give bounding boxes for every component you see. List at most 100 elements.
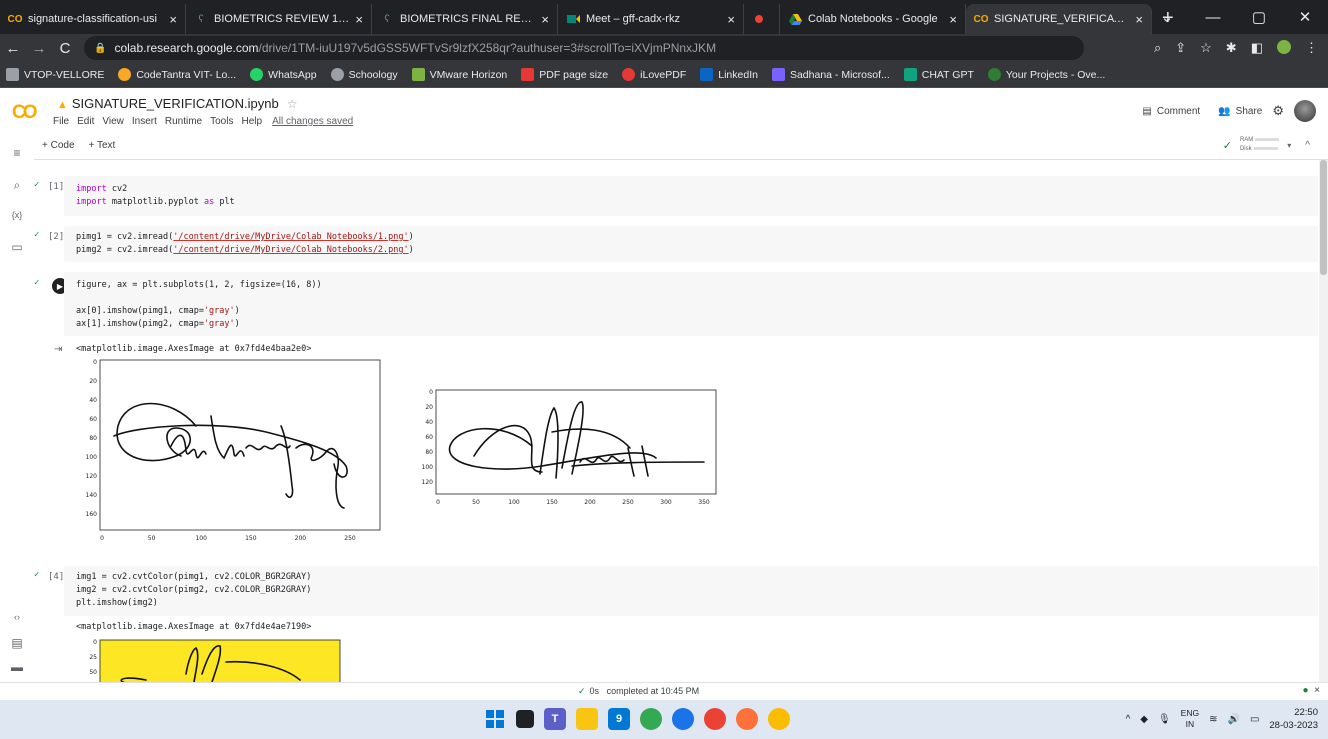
firefox-icon[interactable] <box>736 708 758 730</box>
menu-view[interactable]: View <box>102 116 124 127</box>
save-status-link[interactable]: All changes saved <box>272 116 353 127</box>
code-cell-1[interactable]: import cv2 import matplotlib.pyplot as p… <box>64 176 1318 216</box>
notebook-scrollbar[interactable] <box>1319 160 1328 682</box>
reload-icon[interactable]: C <box>52 40 78 57</box>
maximize-icon[interactable]: ▢ <box>1236 8 1282 26</box>
add-text-button[interactable]: + Text <box>89 140 116 151</box>
chrome-icon[interactable] <box>672 708 694 730</box>
bookmark-vmware[interactable]: VMware Horizon <box>411 68 507 81</box>
clock[interactable]: 22:50 28-03-2023 <box>1269 706 1318 732</box>
output-icon[interactable]: ⇥ <box>54 344 62 355</box>
code-cell-4[interactable]: img1 = cv2.cvtColor(pimg1, cv2.COLOR_BGR… <box>64 566 1318 616</box>
y-tick-label: 120 <box>422 479 434 486</box>
tab-title: BIOMETRICS REVIEW 1 - O <box>214 13 350 25</box>
tab-colab-notebooks-drive[interactable]: Colab Notebooks - Google × <box>780 4 966 34</box>
teams-icon[interactable]: T <box>544 708 566 730</box>
close-icon[interactable]: × <box>949 12 957 27</box>
menu-help[interactable]: Help <box>241 116 262 127</box>
bookmark-chatgpt[interactable]: CHAT GPT <box>903 68 974 81</box>
search-icon[interactable]: ⌕ <box>9 178 25 193</box>
task-view-icon[interactable] <box>516 710 534 728</box>
profile-avatar[interactable] <box>1277 39 1291 57</box>
gear-icon[interactable]: ⚙ <box>1272 103 1284 119</box>
tab-biometrics-review-1[interactable]: ʕ BIOMETRICS REVIEW 1 - O × <box>186 4 372 34</box>
menu-edit[interactable]: Edit <box>77 116 94 127</box>
execution-count[interactable]: [4] <box>48 572 64 582</box>
tab-search-icon[interactable]: ⌄ <box>1144 8 1190 26</box>
execution-count[interactable]: [1] <box>48 182 64 192</box>
close-window-icon[interactable]: ✕ <box>1282 8 1328 26</box>
menu-runtime[interactable]: Runtime <box>165 116 202 127</box>
battery-icon[interactable]: ▭ <box>1250 714 1259 725</box>
menu-insert[interactable]: Insert <box>132 116 157 127</box>
table-of-contents-icon[interactable]: ≡ <box>9 146 25 160</box>
code-cell-2[interactable]: pimg1 = cv2.imread('/content/drive/MyDri… <box>64 226 1318 262</box>
notebook-title[interactable]: SIGNATURE_VERIFICATION.ipynb <box>72 96 279 111</box>
variables-icon[interactable]: {x} <box>9 210 25 220</box>
terminal-icon[interactable]: ▬ <box>9 660 25 674</box>
command-palette-icon[interactable]: ▤ <box>9 636 25 650</box>
language-indicator[interactable]: ENG IN <box>1181 708 1199 730</box>
bookmark-ilovepdf[interactable]: iLovePDF <box>622 68 686 81</box>
resource-indicator[interactable]: ✓ RAM Disk ▾ ^ <box>1223 137 1310 153</box>
chrome-profile-icon[interactable] <box>640 708 662 730</box>
menu-tools[interactable]: Tools <box>210 116 233 127</box>
forward-icon[interactable]: → <box>26 40 52 57</box>
close-icon[interactable]: × <box>1135 12 1143 27</box>
code-line: import matplotlib.pyplot as plt <box>76 197 235 207</box>
chrome-active-icon[interactable] <box>768 708 790 730</box>
bookmark-star-icon[interactable]: ☆ <box>1200 40 1212 57</box>
folder-icon[interactable]: ▭ <box>9 240 25 254</box>
chrome-icon-alt[interactable] <box>704 708 726 730</box>
url-input[interactable]: 🔒 colab.research.google.com/drive/1TM-iu… <box>84 36 1084 60</box>
back-icon[interactable]: ← <box>0 40 26 57</box>
tab-signature-verification[interactable]: CO SIGNATURE_VERIFICATION × <box>966 4 1152 34</box>
share-page-icon[interactable]: ⇪ <box>1175 40 1186 57</box>
close-icon[interactable]: × <box>355 12 363 27</box>
volume-icon[interactable]: 🔊 <box>1227 714 1239 725</box>
tab-meet[interactable]: Meet – gff-cadx-rkz × <box>558 4 744 34</box>
microphone-icon[interactable]: 🎙 <box>1158 714 1171 725</box>
bookmark-schoology[interactable]: Schoology <box>330 68 398 81</box>
execution-count[interactable]: [2] <box>48 232 64 242</box>
execution-status[interactable]: ✓ 0s completed at 10:45 PM <box>578 686 699 697</box>
minimize-icon[interactable]: — <box>1190 9 1236 26</box>
windows-start-icon[interactable] <box>484 708 506 730</box>
shield-icon[interactable]: ◆ <box>1140 714 1148 725</box>
bookmark-codetantra[interactable]: CodeTantra VIT- Lo... <box>118 68 236 81</box>
extensions-icon[interactable]: ✱ <box>1226 40 1237 57</box>
tab-recording[interactable]: × <box>744 4 780 34</box>
code-cell-3[interactable]: figure, ax = plt.subplots(1, 2, figsize=… <box>64 272 1318 336</box>
share-button[interactable]: 👥 Share <box>1218 106 1262 117</box>
code-snippets-icon[interactable]: ‹› <box>9 612 25 622</box>
comment-button[interactable]: ▤ Comment <box>1142 106 1200 117</box>
bookmark-your-projects[interactable]: Your Projects - Ove... <box>987 68 1105 81</box>
chevron-up-icon[interactable]: ^ <box>1126 714 1131 725</box>
collapse-icon[interactable]: ^ <box>1305 140 1310 151</box>
bookmark-pdf-page-size[interactable]: PDF page size <box>521 68 608 81</box>
bookmark-sadhana[interactable]: Sadhana - Microsof... <box>771 68 890 81</box>
star-icon[interactable]: ☆ <box>287 97 298 111</box>
close-icon[interactable]: × <box>1314 685 1320 696</box>
bookmark-vtop[interactable]: VTOP-VELLORE <box>6 68 104 81</box>
tab-signature-classification[interactable]: CO signature-classification-usi × <box>0 4 186 34</box>
close-icon[interactable]: × <box>727 12 735 27</box>
chevron-down-icon[interactable]: ▾ <box>1287 141 1291 150</box>
close-icon[interactable]: × <box>169 12 177 27</box>
close-icon[interactable]: × <box>541 12 549 27</box>
avatar[interactable] <box>1294 100 1316 122</box>
scrollbar-thumb[interactable] <box>1320 160 1327 275</box>
tab-biometrics-final-review[interactable]: ʕ BIOMETRICS FINAL REVIEW × <box>372 4 558 34</box>
sidepanel-icon[interactable]: ◧ <box>1251 40 1263 57</box>
bookmark-linkedin[interactable]: LinkedIn <box>700 68 758 81</box>
zoom-icon[interactable]: ⌕ <box>1154 40 1161 57</box>
more-icon[interactable]: ⋮ <box>1305 40 1318 57</box>
colab-logo[interactable]: CO <box>12 102 37 124</box>
wifi-icon[interactable]: ≋ <box>1209 714 1217 725</box>
store-icon[interactable]: 9 <box>608 708 630 730</box>
bookmark-whatsapp[interactable]: WhatsApp <box>250 68 317 81</box>
file-explorer-icon[interactable] <box>576 708 598 730</box>
output-text: <matplotlib.image.AxesImage at 0x7fd4e4b… <box>76 344 312 354</box>
add-code-button[interactable]: + Code <box>42 140 75 151</box>
menu-file[interactable]: File <box>53 116 69 127</box>
